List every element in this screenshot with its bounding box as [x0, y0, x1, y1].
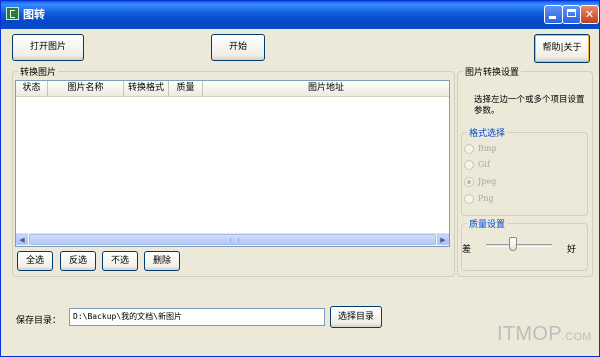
scrollbar-thumb[interactable]	[29, 234, 436, 245]
save-dir-label: 保存目录：	[16, 316, 62, 326]
help-about-label: 帮助|关于	[542, 43, 582, 53]
horizontal-scrollbar[interactable]: ◀ ▶	[16, 233, 449, 246]
column-status[interactable]: 状态	[16, 81, 48, 96]
select-none-button[interactable]: 不选	[102, 251, 138, 271]
start-button[interactable]: 开始	[211, 34, 265, 61]
invert-selection-button[interactable]: 反选	[60, 251, 96, 271]
grip-icon	[230, 238, 239, 242]
quality-group-label: 质量设置	[467, 217, 508, 230]
watermark-main: ITMOP	[497, 323, 562, 345]
format-option-label: Png	[478, 194, 494, 203]
open-images-button[interactable]: 打开图片	[12, 34, 84, 61]
watermark-suffix: .COM	[561, 331, 592, 343]
browse-dir-label: 选择目录	[337, 312, 374, 322]
radio-icon[interactable]	[464, 160, 474, 170]
column-format[interactable]: 转换格式	[124, 81, 169, 96]
app-window: 图转 ✕ 打开图片 开始 帮助|关于 转换图片 状态 图片名称 转换格式 质量 …	[0, 0, 600, 357]
browse-dir-button[interactable]: 选择目录	[330, 306, 382, 328]
select-all-label: 全选	[25, 256, 44, 266]
image-list[interactable]: 状态 图片名称 转换格式 质量 图片地址 ◀ ▶	[15, 80, 450, 247]
open-images-label: 打开图片	[29, 42, 66, 52]
quality-low-label: 差	[462, 245, 472, 255]
select-none-label: 不选	[110, 256, 129, 266]
quality-high-label: 好	[567, 245, 577, 255]
radio-icon[interactable]	[464, 194, 474, 204]
window-title: 图转	[23, 8, 45, 21]
column-image-name[interactable]: 图片名称	[48, 81, 124, 96]
delete-button[interactable]: 删除	[144, 251, 180, 271]
column-image-path[interactable]: 图片地址	[203, 81, 449, 96]
watermark: ITMOP.COM	[497, 323, 592, 346]
format-option-label: Bmp	[478, 144, 497, 153]
close-icon: ✕	[584, 8, 595, 21]
title-bar[interactable]: 图转 ✕	[1, 1, 599, 29]
close-button[interactable]: ✕	[580, 5, 599, 24]
minimize-button[interactable]	[544, 5, 563, 24]
radio-icon[interactable]	[464, 144, 474, 154]
radio-checked-icon[interactable]	[464, 177, 474, 187]
format-option-label: Jpeg	[478, 177, 497, 186]
quality-slider-thumb[interactable]	[509, 237, 518, 251]
start-label: 开始	[228, 42, 247, 52]
maximize-button[interactable]	[562, 5, 581, 24]
maximize-icon	[567, 9, 576, 17]
invert-label: 反选	[68, 256, 87, 266]
list-header: 状态 图片名称 转换格式 质量 图片地址	[16, 81, 449, 97]
quality-slider-track[interactable]	[486, 244, 552, 247]
format-option-label: Gif	[478, 160, 490, 169]
settings-hint: 选择左边一个或多个项目设置参数。	[474, 95, 585, 116]
delete-label: 删除	[152, 256, 171, 266]
select-all-button[interactable]: 全选	[17, 251, 53, 271]
minimize-icon	[549, 16, 556, 19]
app-icon	[6, 7, 19, 20]
settings-group-label: 图片转换设置	[463, 65, 522, 78]
convert-group-label: 转换图片	[18, 65, 59, 78]
scroll-right-icon[interactable]: ▶	[437, 234, 449, 245]
scroll-left-icon[interactable]: ◀	[16, 234, 28, 245]
help-about-button[interactable]: 帮助|关于	[534, 34, 590, 63]
column-quality[interactable]: 质量	[169, 81, 203, 96]
save-dir-input[interactable]: D:\Backup\我的文档\新图片	[69, 308, 325, 326]
format-group-label: 格式选择	[467, 126, 508, 139]
